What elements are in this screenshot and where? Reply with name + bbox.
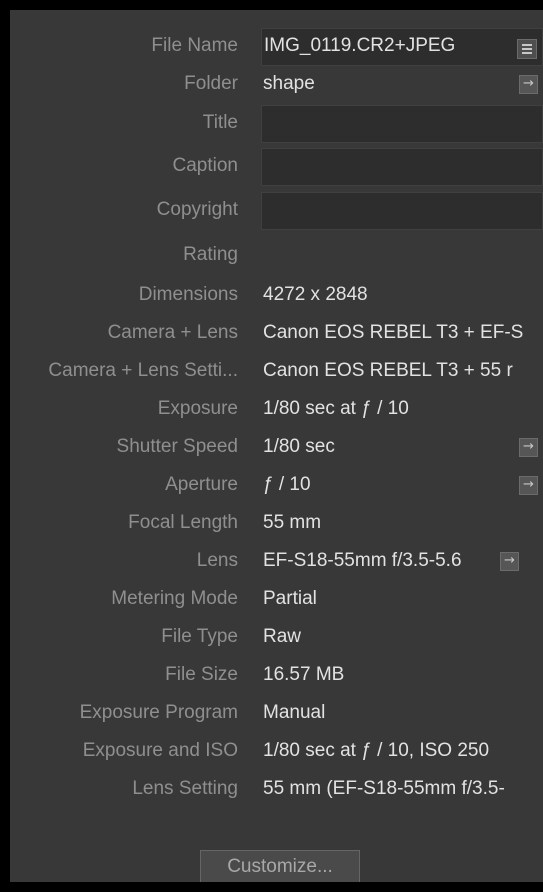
- dimensions-label: Dimensions: [138, 284, 238, 305]
- exposure-value: 1/80 sec at ƒ / 10: [263, 398, 409, 419]
- row-lens: Lens EF-S18-55mm f/3.5-5.6 →: [10, 543, 543, 581]
- camera-lens-settings-value: Canon EOS REBEL T3 + 55 r: [263, 360, 513, 381]
- metering-mode-value: Partial: [263, 588, 317, 609]
- go-to-folder-arrow-icon[interactable]: →: [519, 75, 538, 94]
- row-focal-length: Focal Length 55 mm: [10, 505, 543, 543]
- caption-label: Caption: [172, 155, 239, 176]
- row-folder: Folder shape →: [10, 66, 543, 104]
- shutter-speed-label: Shutter Speed: [116, 436, 238, 457]
- exposure-iso-label: Exposure and ISO: [82, 740, 238, 761]
- file-type-value: Raw: [263, 626, 302, 647]
- aperture-label: Aperture: [165, 474, 238, 495]
- file-name-label: File Name: [151, 35, 238, 56]
- focal-length-label: Focal Length: [128, 512, 238, 533]
- file-size-label: File Size: [165, 664, 238, 685]
- exposure-program-value: Manual: [263, 702, 326, 723]
- folder-value: shape: [263, 73, 315, 94]
- row-file-size: File Size 16.57 MB: [10, 657, 543, 695]
- file-name-value: IMG_0119.CR2+JPEG: [264, 35, 456, 56]
- row-rating: Rating: [10, 237, 543, 275]
- camera-lens-value: Canon EOS REBEL T3 + EF-S: [263, 322, 524, 343]
- row-caption: Caption: [10, 148, 543, 186]
- dimensions-value: 4272 x 2848: [263, 284, 368, 305]
- copyright-label: Copyright: [156, 199, 238, 220]
- row-camera-lens: Camera + Lens Canon EOS REBEL T3 + EF-S: [10, 315, 543, 353]
- camera-lens-settings-label: Camera + Lens Setti...: [48, 360, 238, 381]
- customize-button[interactable]: Customize...: [200, 850, 360, 882]
- row-copyright: Copyright: [10, 192, 543, 230]
- list-icon[interactable]: [517, 39, 537, 59]
- aperture-arrow-icon[interactable]: →: [519, 476, 538, 495]
- rating-label: Rating: [183, 244, 238, 265]
- metadata-panel: File Name IMG_0119.CR2+JPEG Folder shape…: [10, 10, 543, 882]
- lens-setting-label: Lens Setting: [132, 778, 238, 799]
- window-frame: File Name IMG_0119.CR2+JPEG Folder shape…: [0, 0, 543, 892]
- shutter-speed-value: 1/80 sec: [263, 436, 335, 457]
- row-exposure-iso: Exposure and ISO 1/80 sec at ƒ / 10, ISO…: [10, 733, 543, 771]
- row-shutter-speed: Shutter Speed 1/80 sec →: [10, 429, 543, 467]
- row-file-type: File Type Raw: [10, 619, 543, 657]
- file-size-value: 16.57 MB: [263, 664, 345, 685]
- folder-label: Folder: [184, 73, 238, 94]
- file-type-label: File Type: [161, 626, 238, 647]
- row-exposure-program: Exposure Program Manual: [10, 695, 543, 733]
- title-label: Title: [202, 112, 238, 133]
- lens-setting-value: 55 mm (EF-S18-55mm f/3.5-: [263, 778, 505, 799]
- row-aperture: Aperture ƒ / 10 →: [10, 467, 543, 505]
- lens-value: EF-S18-55mm f/3.5-5.6: [263, 550, 462, 571]
- caption-field[interactable]: [261, 148, 543, 186]
- row-exposure: Exposure 1/80 sec at ƒ / 10: [10, 391, 543, 429]
- exposure-label: Exposure: [157, 398, 238, 419]
- shutter-speed-arrow-icon[interactable]: →: [519, 438, 538, 457]
- row-lens-setting: Lens Setting 55 mm (EF-S18-55mm f/3.5-: [10, 771, 543, 809]
- copyright-field[interactable]: [261, 192, 543, 230]
- exposure-iso-value: 1/80 sec at ƒ / 10, ISO 250: [263, 740, 490, 761]
- title-field[interactable]: [261, 105, 543, 143]
- aperture-value: ƒ / 10: [263, 474, 311, 495]
- row-file-name: File Name IMG_0119.CR2+JPEG: [10, 28, 543, 66]
- row-metering-mode: Metering Mode Partial: [10, 581, 543, 619]
- camera-lens-label: Camera + Lens: [107, 322, 238, 343]
- lens-arrow-icon[interactable]: →: [500, 552, 519, 571]
- exposure-program-label: Exposure Program: [79, 702, 238, 723]
- file-name-field[interactable]: IMG_0119.CR2+JPEG: [261, 28, 543, 66]
- focal-length-value: 55 mm: [263, 512, 322, 533]
- row-title: Title: [10, 105, 543, 143]
- row-camera-lens-settings: Camera + Lens Setti... Canon EOS REBEL T…: [10, 353, 543, 391]
- metering-mode-label: Metering Mode: [111, 588, 238, 609]
- lens-label: Lens: [196, 550, 238, 571]
- row-dimensions: Dimensions 4272 x 2848: [10, 277, 543, 315]
